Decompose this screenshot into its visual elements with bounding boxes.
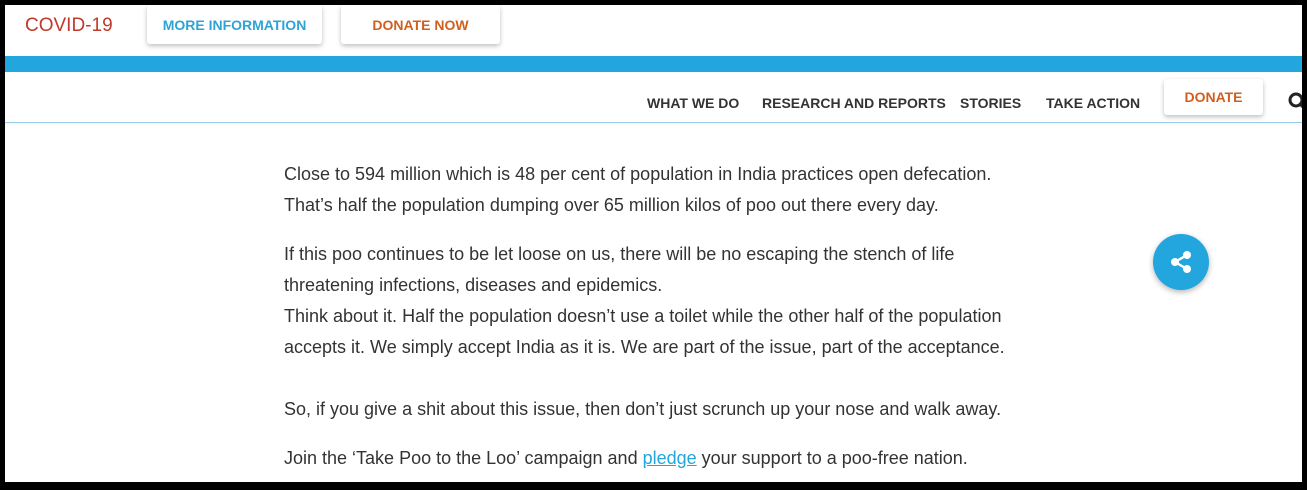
paragraph-think-about-it: Think about it. Half the population does… (284, 301, 1005, 363)
text-line: threatening infections, diseases and epi… (284, 275, 663, 295)
pledge-link[interactable]: pledge (643, 448, 697, 468)
search-icon[interactable] (1288, 92, 1302, 112)
more-information-button[interactable]: MORE INFORMATION (147, 5, 322, 44)
donate-button[interactable]: DONATE (1164, 79, 1263, 115)
nav-item-research-and-reports[interactable]: RESEARCH AND REPORTS (762, 95, 946, 111)
share-icon (1171, 251, 1191, 273)
text-line: If this poo continues to be let loose on… (284, 244, 955, 264)
donate-now-button[interactable]: DONATE NOW (341, 5, 500, 44)
text-line: Close to 594 million which is 48 per cen… (284, 164, 992, 184)
main-navigation: WHAT WE DO RESEARCH AND REPORTS STORIES … (5, 72, 1302, 123)
header-stripe (5, 56, 1302, 72)
text-line: That’s half the population dumping over … (284, 195, 939, 215)
covid-banner: COVID-19 MORE INFORMATION DONATE NOW (5, 5, 1302, 56)
text-line: accepts it. We simply accept India as it… (284, 337, 1005, 357)
text-segment: your support to a poo-free nation. (696, 448, 968, 468)
paragraph-epidemics: If this poo continues to be let loose on… (284, 239, 954, 301)
browser-viewport: COVID-19 MORE INFORMATION DONATE NOW WHA… (5, 5, 1302, 482)
paragraph-call-to-care: So, if you give a shit about this issue,… (284, 399, 1002, 419)
paragraph-join-campaign: Join the ‘Take Poo to the Loo’ campaign … (284, 443, 968, 474)
share-button[interactable] (1153, 234, 1209, 290)
paragraph-open-defecation-stats: Close to 594 million which is 48 per cen… (284, 159, 991, 221)
nav-item-what-we-do[interactable]: WHAT WE DO (647, 95, 739, 111)
text-line: Think about it. Half the population does… (284, 306, 1002, 326)
nav-item-take-action[interactable]: TAKE ACTION (1046, 95, 1140, 111)
nav-item-stories[interactable]: STORIES (960, 95, 1021, 111)
text-segment: Join the ‘Take Poo to the Loo’ campaign … (284, 448, 643, 468)
covid-label[interactable]: COVID-19 (25, 15, 113, 37)
